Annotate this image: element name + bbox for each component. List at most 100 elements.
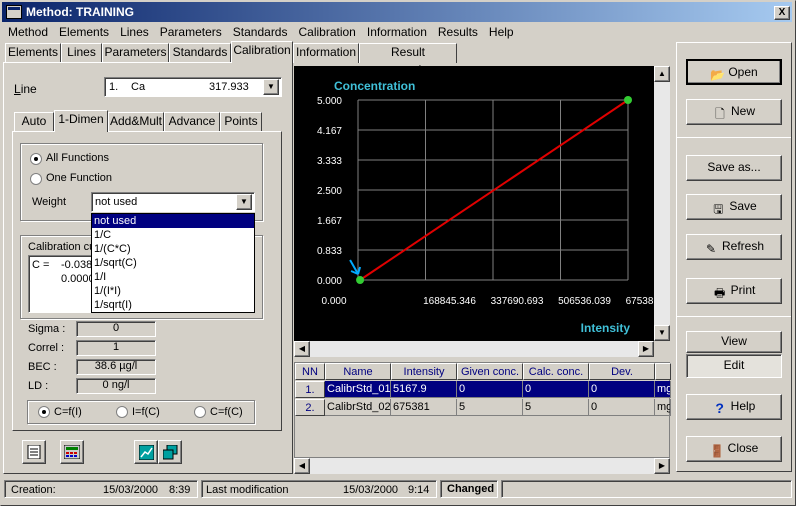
weight-option[interactable]: 1/sqrt(I): [92, 298, 254, 312]
mode-c-f-i-radio[interactable]: [38, 406, 50, 418]
tab-information[interactable]: Information: [293, 43, 359, 63]
help-button[interactable]: ? Help: [686, 394, 782, 420]
edit-button[interactable]: Edit: [686, 354, 782, 378]
weight-option[interactable]: 1/(C*C): [92, 242, 254, 256]
y-tick-label: 0.833: [317, 246, 342, 257]
cell-name[interactable]: CalibrStd_02: [325, 399, 391, 416]
x-tick-label: 506536.039: [558, 296, 611, 307]
menu-bar: Method Elements Lines Parameters Standards Ca…: [2, 22, 792, 42]
cell-intensity[interactable]: 5167.9: [391, 381, 457, 398]
menu-method[interactable]: Method: [2, 22, 53, 39]
title-bar[interactable]: Method: TRAINING X: [2, 2, 792, 22]
scroll-left-icon[interactable]: ◀: [294, 341, 310, 357]
column-header[interactable]: Dev.: [589, 363, 655, 380]
column-header[interactable]: [655, 363, 671, 380]
new-button[interactable]: 🗋 New: [686, 99, 782, 125]
mode-i-f-c-radio[interactable]: [116, 406, 128, 418]
save-button[interactable]: 🖫 Save: [686, 194, 782, 220]
menu-standards[interactable]: Standards: [227, 22, 293, 39]
mode-c-f-c-radio[interactable]: [194, 406, 206, 418]
tab-lines[interactable]: Lines: [61, 43, 102, 63]
subtab-points[interactable]: Points: [220, 112, 262, 132]
column-header[interactable]: Intensity: [391, 363, 457, 380]
scroll-up-icon[interactable]: ▲: [654, 66, 670, 82]
tab-result-parameters[interactable]: Result parameters: [359, 43, 457, 76]
cell-given-conc[interactable]: 5: [457, 399, 523, 416]
scroll-down-icon[interactable]: ▼: [654, 325, 670, 341]
column-header[interactable]: NN: [295, 363, 325, 380]
table-scroll-right-icon[interactable]: ▶: [654, 458, 670, 474]
table-scroll-left-icon[interactable]: ◀: [294, 458, 310, 474]
line-element: Ca: [131, 81, 146, 93]
subtab-add-mult[interactable]: Add&Mult: [108, 112, 164, 132]
cell-given-conc[interactable]: 0: [457, 381, 523, 398]
bec-label: BEC :: [28, 361, 57, 373]
cell-calc-conc[interactable]: 5: [523, 399, 589, 416]
menu-lines[interactable]: Lines: [114, 22, 154, 39]
weight-chevron-down-icon[interactable]: ▼: [236, 194, 252, 210]
line-select[interactable]: 1. Ca 317.933 ▼: [104, 77, 282, 97]
cell-intensity[interactable]: 675381: [391, 399, 457, 416]
tab-calibration[interactable]: Calibration: [231, 41, 293, 63]
chart-horizontal-scrollbar[interactable]: ◀ ▶: [294, 341, 654, 357]
x-tick-label: 0.000: [321, 296, 346, 307]
tab-elements[interactable]: Elements: [5, 43, 61, 63]
one-function-radio[interactable]: [30, 173, 42, 185]
chart-icon-button[interactable]: [134, 440, 158, 464]
windows-icon-button[interactable]: [158, 440, 182, 464]
refresh-button[interactable]: ✎ Refresh: [686, 234, 782, 260]
close-window-button[interactable]: X: [774, 6, 790, 20]
cell-calc-conc[interactable]: 0: [523, 381, 589, 398]
save-as-button[interactable]: Save as...: [686, 155, 782, 181]
data-point: [356, 276, 365, 284]
cell-unit[interactable]: mg: [655, 399, 671, 416]
column-header[interactable]: Given conc.: [457, 363, 523, 380]
menu-results[interactable]: Results: [432, 22, 483, 39]
menu-elements[interactable]: Elements: [53, 22, 114, 39]
menu-information[interactable]: Information: [361, 22, 432, 39]
open-button[interactable]: 📂 Open: [686, 59, 782, 85]
weight-option[interactable]: not used: [92, 214, 254, 228]
data-point: [623, 96, 632, 104]
weight-select[interactable]: not used ▼: [91, 192, 255, 212]
mode-c-f-i-label: C=f(I): [54, 406, 82, 418]
help-icon: ?: [715, 400, 724, 416]
chart-title: Concentration: [334, 79, 415, 93]
all-functions-radio[interactable]: [30, 153, 42, 165]
table-horizontal-scrollbar[interactable]: ◀ ▶: [294, 458, 670, 474]
equation-coef1: -0.038: [61, 259, 93, 271]
weight-option[interactable]: 1/sqrt(C): [92, 256, 254, 270]
chevron-down-icon[interactable]: ▼: [263, 79, 279, 95]
tab-parameters[interactable]: Parameters: [102, 43, 169, 63]
cell-dev[interactable]: 0: [589, 399, 655, 416]
calibration-group-label: Calibration cu: [28, 241, 96, 253]
weight-option[interactable]: 1/C: [92, 228, 254, 242]
weight-options-list: not used 1/C 1/(C*C) 1/sqrt(C) 1/I 1/(I*…: [91, 213, 255, 313]
table-row[interactable]: 2. CalibrStd_02 675381 5 5 0 mg: [295, 399, 671, 417]
printer-icon: 🖶: [713, 286, 726, 300]
weight-option[interactable]: 1/I: [92, 270, 254, 284]
scroll-right-icon[interactable]: ▶: [638, 341, 654, 357]
divider: [677, 137, 791, 138]
modification-section: Last modification 15/03/2000 9:14: [201, 480, 437, 498]
column-header[interactable]: Name: [325, 363, 391, 380]
view-button[interactable]: View: [686, 331, 782, 353]
column-header[interactable]: Calc. conc.: [523, 363, 589, 380]
menu-help[interactable]: Help: [483, 22, 519, 39]
tab-standards[interactable]: Standards: [169, 43, 231, 63]
cell-unit[interactable]: mg: [655, 381, 671, 398]
cell-dev[interactable]: 0: [589, 381, 655, 398]
menu-parameters[interactable]: Parameters: [154, 22, 227, 39]
subtab-advance[interactable]: Advance: [164, 112, 220, 132]
subtab-1-dimen[interactable]: 1-Dimen: [54, 110, 108, 132]
print-button[interactable]: 🖶 Print: [686, 278, 782, 304]
chart-vertical-scrollbar[interactable]: ▲ ▼: [654, 66, 670, 341]
close-button[interactable]: 🚪 Close: [686, 436, 782, 462]
calculator-icon-button[interactable]: [60, 440, 84, 464]
subtab-auto[interactable]: Auto: [14, 112, 54, 132]
menu-calibration[interactable]: Calibration: [292, 22, 360, 39]
cell-name[interactable]: CalibrStd_01: [325, 381, 391, 398]
weight-option[interactable]: 1/(I*I): [92, 284, 254, 298]
list-icon-button[interactable]: [22, 440, 46, 464]
table-row[interactable]: 1. CalibrStd_01 5167.9 0 0 0 mg: [295, 381, 671, 399]
